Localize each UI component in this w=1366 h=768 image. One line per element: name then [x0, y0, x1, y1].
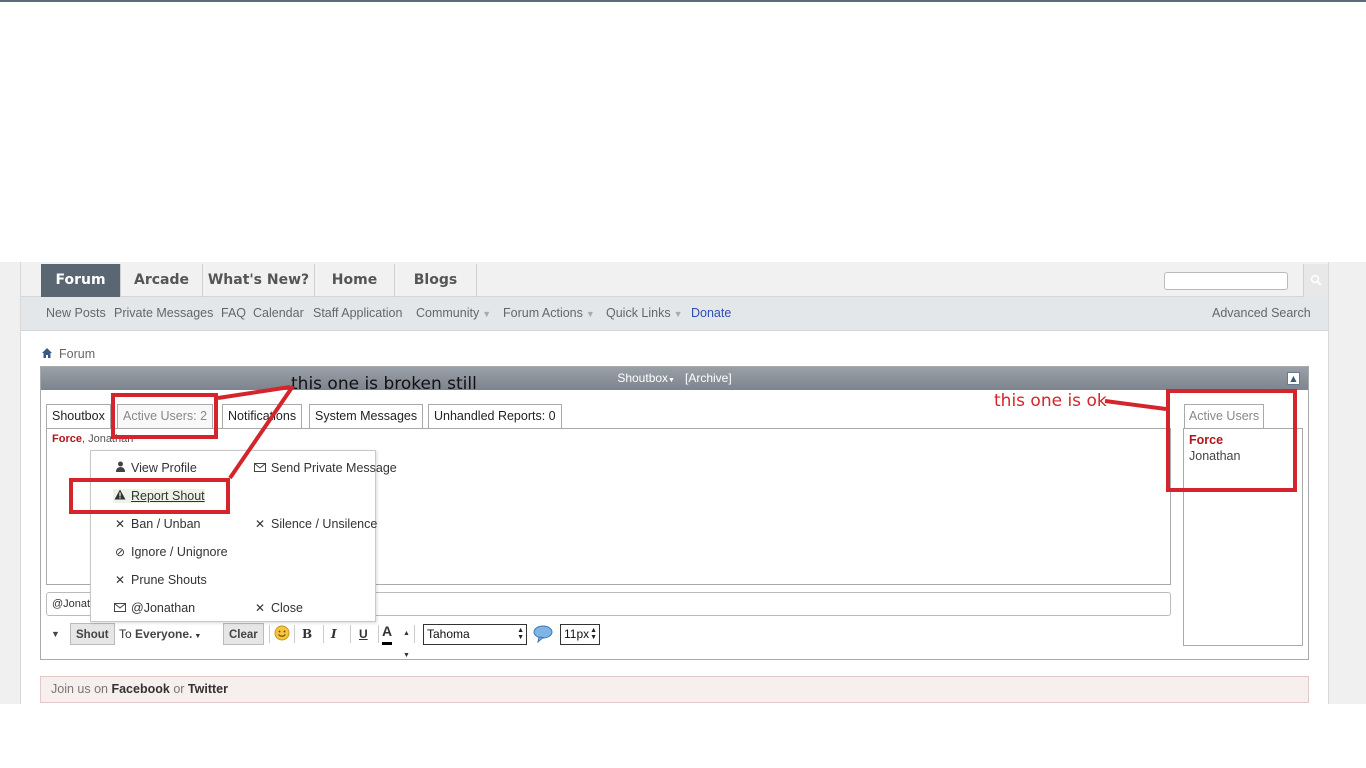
annotation-arrow-to-tab [217, 385, 291, 400]
annotation-arrow-to-panel [1104, 399, 1167, 411]
annotation-arrow-to-report [228, 384, 295, 480]
annotation-arrows [217, 384, 1167, 480]
